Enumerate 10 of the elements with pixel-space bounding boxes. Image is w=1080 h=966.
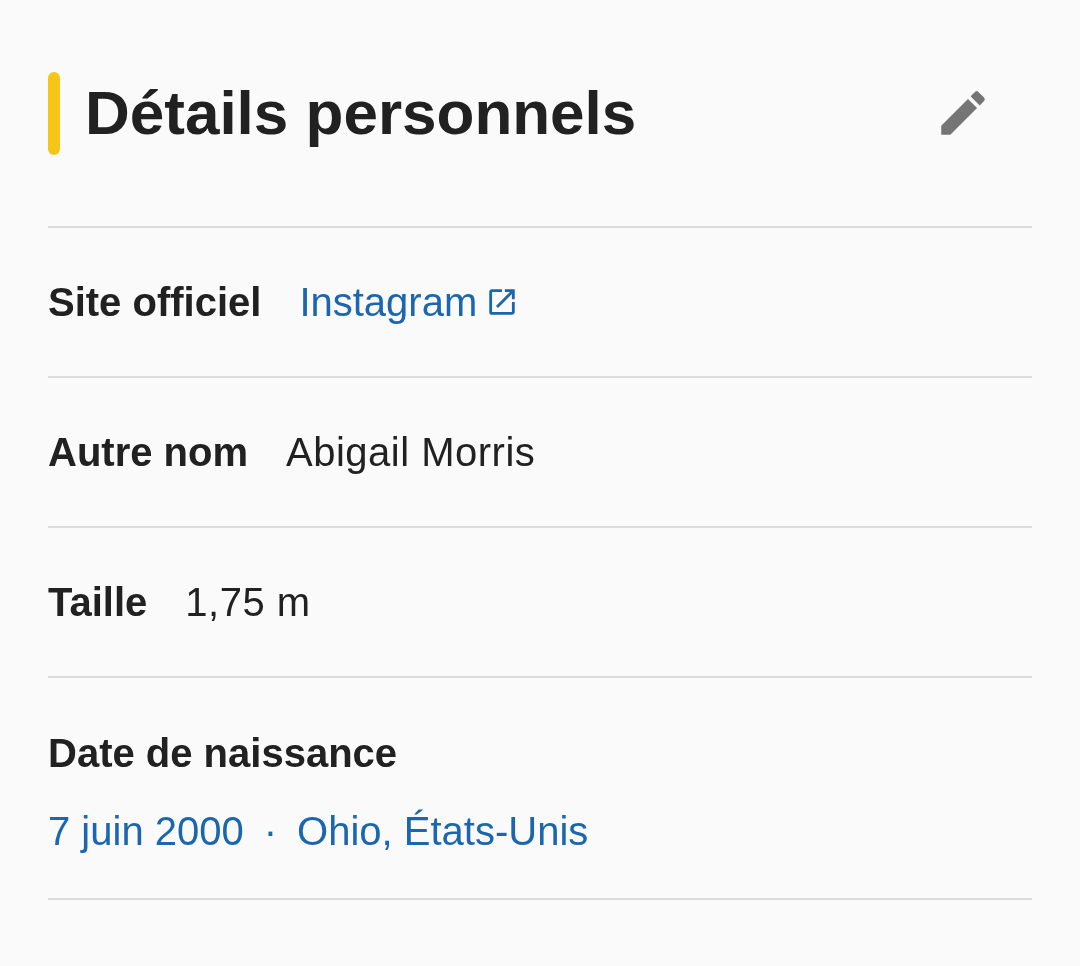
field-label: Date de naissance [48,733,399,773]
value-text: 1,75 m [185,582,311,622]
field-label: Site officiel [48,282,262,322]
value-text: Abigail Morris [286,432,536,472]
value-link[interactable]: Ohio, États-Unis [297,811,589,851]
field-label: Taille [48,582,148,622]
field-label: Autre nom [48,432,248,472]
separator-dot: · [263,811,278,851]
value-link[interactable]: Instagram [299,282,520,322]
value-link[interactable]: 7 juin 2000 [48,811,244,851]
